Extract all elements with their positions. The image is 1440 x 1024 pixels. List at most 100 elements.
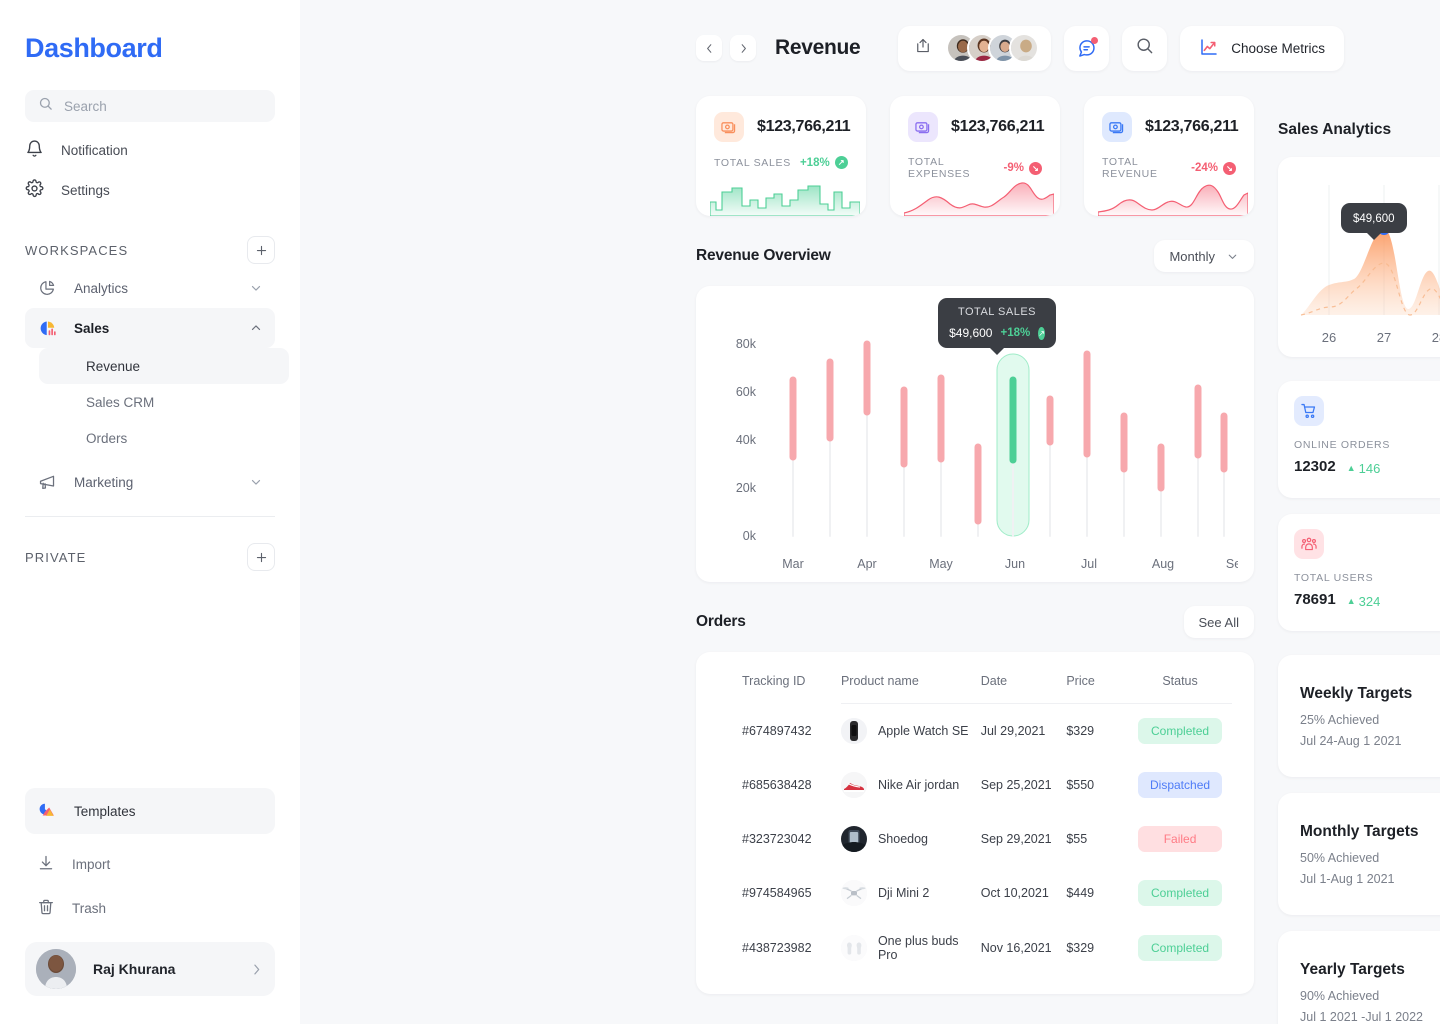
table-row[interactable]: #438723982 One plus buds Pro Nov 16,2021… [718, 920, 1232, 976]
avatar [1009, 33, 1040, 63]
arrow-up-icon: ↗ [1038, 326, 1045, 340]
chat-button[interactable] [1064, 25, 1110, 71]
sidebar-item-sales[interactable]: Sales [25, 308, 275, 348]
svg-text:Sep: Sep [1226, 557, 1238, 571]
trash-icon [37, 898, 55, 919]
target-achieved: 50% Achieved [1300, 850, 1380, 865]
sidebar-search[interactable] [25, 90, 275, 122]
cell-price: $449 [1066, 886, 1095, 900]
sidebar-item-settings[interactable]: Settings [25, 170, 275, 210]
cell-date: Sep 29,2021 [980, 832, 1052, 846]
add-private-button[interactable] [247, 543, 275, 571]
arrow-down-icon: ↘ [1223, 161, 1236, 175]
status-badge: Completed [1138, 880, 1223, 906]
column-header-product-name: Product name [840, 652, 981, 704]
private-header: PRIVATE [25, 543, 275, 571]
cell-product: Shoedog [840, 812, 981, 866]
download-icon [37, 854, 55, 875]
table-row[interactable]: #974584965 Dji Mini 2 Oct 10,2021 $449 C… [718, 866, 1232, 920]
pie-chart-icon [37, 279, 57, 297]
cell-status: Completed [1128, 704, 1232, 759]
share-icon[interactable] [914, 37, 932, 60]
cell-product: Dji Mini 2 [840, 866, 981, 920]
svg-text:Mar: Mar [782, 557, 804, 571]
cart-icon [1294, 396, 1324, 426]
column-header-status: Status [1128, 652, 1232, 704]
table-row[interactable]: #323723042 Shoedog Sep 29,2021 $55 Faile… [718, 812, 1232, 866]
sidebar-item-import[interactable]: Import [25, 842, 275, 886]
target-card-weekly[interactable]: Weekly Targets 25% Achieved Jul 24-Aug 1… [1278, 655, 1440, 777]
sidebar-item-templates[interactable]: Templates [25, 788, 275, 834]
chevron-up-icon[interactable] [249, 321, 263, 335]
chevron-down-icon[interactable] [249, 281, 263, 295]
search-icon [38, 96, 53, 116]
svg-text:20k: 20k [736, 481, 757, 495]
search-input[interactable] [64, 98, 262, 114]
cell-price: $550 [1066, 778, 1095, 792]
topbar-search-button[interactable] [1122, 25, 1168, 71]
svg-text:80k: 80k [736, 337, 757, 351]
see-all-button[interactable]: See All [1183, 606, 1254, 638]
dashboard-app: Dashboard Notification Settings WO [0, 0, 1440, 1024]
mini-card-total-users[interactable]: TOTAL USERS 78691 ▲ 324 [1278, 514, 1440, 631]
table-row[interactable]: #674897432 Apple Watch SE Jul 29,2021 $3… [718, 704, 1232, 759]
kpi-card-total-revenue[interactable]: $123,766,211 TOTAL REVENUE -24% ↘ [1084, 96, 1254, 216]
sidebar-item-analytics[interactable]: Analytics [25, 268, 275, 308]
chevron-right-icon[interactable] [249, 962, 264, 977]
revenue-overview-header: Revenue Overview Monthly [696, 240, 1254, 272]
earbuds-icon [840, 935, 867, 961]
cell-date: Sep 25,2021 [980, 778, 1052, 792]
sidebar-item-revenue[interactable]: Revenue [39, 348, 289, 384]
sidebar-item-sales-crm[interactable]: Sales CRM [39, 384, 289, 420]
workspaces-title: WORKSPACES [25, 242, 129, 258]
sidebar-item-notification[interactable]: Notification [25, 130, 275, 170]
main-area: Revenue Choose Metrics $123,766,211 TOTA… [300, 0, 1440, 1024]
kpi-card-total-expenses[interactable]: $123,766,211 TOTAL EXPENSES -9% ↘ [890, 96, 1060, 216]
mini-value: 12302 [1294, 458, 1336, 475]
users-icon [1294, 529, 1324, 559]
nav-back-button[interactable] [696, 35, 722, 61]
target-range: Jul 1-Aug 1 2021 [1300, 871, 1395, 886]
period-dropdown[interactable]: Monthly [1154, 240, 1254, 272]
sidebar-item-trash[interactable]: Trash [25, 886, 275, 930]
choose-metrics-label: Choose Metrics [1231, 40, 1325, 56]
add-workspace-button[interactable] [247, 236, 275, 264]
sidebar-item-label: Notification [61, 142, 128, 158]
kpi-delta: +18% [799, 156, 830, 169]
member-avatars[interactable] [946, 33, 1040, 63]
orders-table-card: Tracking ID Product name Date Price Stat… [696, 652, 1254, 994]
chart-tooltip: TOTAL SALES $49,600 +18% ↗ [938, 298, 1056, 348]
choose-metrics-button[interactable]: Choose Metrics [1180, 25, 1344, 71]
sidebar-subitem-label: Orders [86, 430, 128, 446]
status-badge: Failed [1138, 826, 1223, 852]
sales-chart-icon [37, 319, 57, 338]
kpi-delta: -9% [1003, 162, 1024, 174]
apple-watch-icon [840, 718, 867, 744]
cell-tracking-id: #438723982 [742, 941, 812, 955]
chevron-down-icon[interactable] [249, 475, 263, 489]
kpi-card-total-sales[interactable]: $123,766,211 TOTAL SALES +18% ↗ [696, 96, 866, 216]
orders-title: Orders [696, 613, 746, 630]
table-row[interactable]: #685638428 Nike Air jordan Sep 25,2021 $… [718, 758, 1232, 812]
sidebar-subitem-label: Revenue [86, 358, 141, 374]
nav-forward-button[interactable] [730, 35, 756, 61]
column-header-date: Date [980, 652, 1067, 704]
sidebar-item-orders[interactable]: Orders [39, 420, 289, 456]
sneaker-icon [840, 772, 867, 798]
sidebar-item-label: Templates [74, 803, 136, 819]
target-card-yearly[interactable]: Yearly Targets 90% Achieved Jul 1 2021 -… [1278, 931, 1440, 1024]
sidebar: Dashboard Notification Settings WO [0, 0, 300, 1024]
target-card-monthly[interactable]: Monthly Targets 50% Achieved Jul 1-Aug 1… [1278, 793, 1440, 915]
sidebar-subitem-label: Sales CRM [86, 394, 155, 410]
right-column: Sales Analytics Switch to Weekly $49,600 [1278, 96, 1440, 1024]
private-title: PRIVATE [25, 549, 87, 565]
mini-card-online-orders[interactable]: ONLINE ORDERS 12302 ▲ 146 [1278, 381, 1440, 498]
drone-icon [840, 880, 867, 906]
share-and-members[interactable] [898, 25, 1052, 71]
user-profile-card[interactable]: Raj Khurana [25, 942, 275, 996]
product-name: Shoedog [877, 832, 929, 846]
analytics-tooltip: $49,600 [1341, 203, 1407, 233]
see-all-label: See All [1198, 614, 1239, 630]
sidebar-item-marketing[interactable]: Marketing [25, 462, 275, 502]
arrow-down-icon: ↘ [1029, 161, 1042, 175]
